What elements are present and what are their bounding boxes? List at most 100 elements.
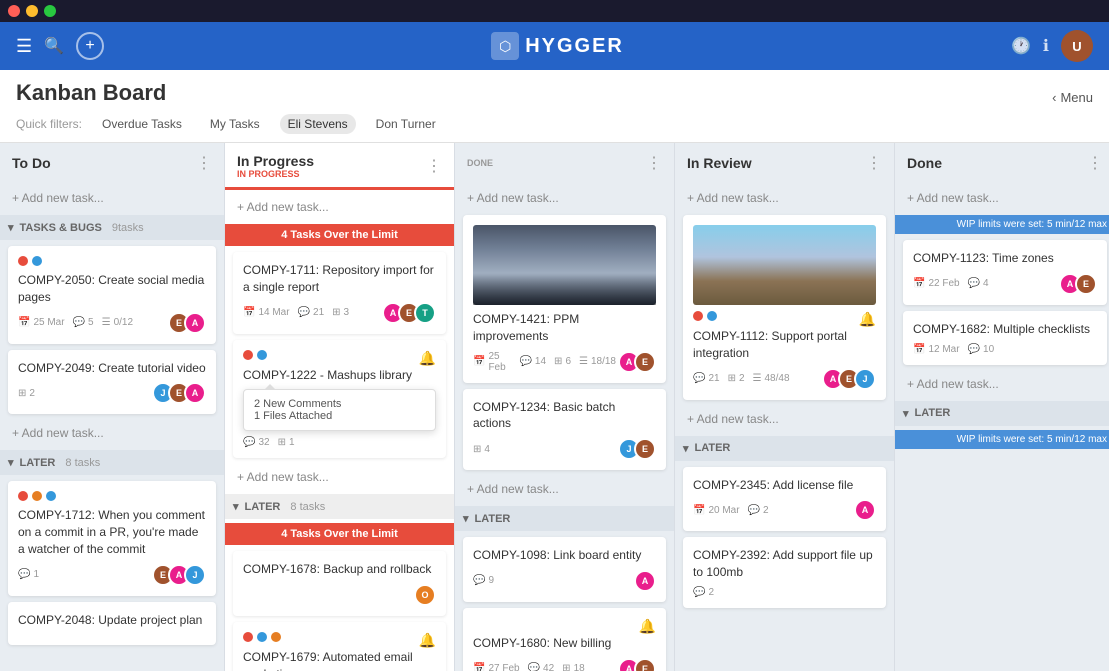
card-title: COMPY-1421: PPM improvements — [473, 311, 656, 345]
info-icon[interactable]: ℹ — [1043, 36, 1049, 56]
card-title: COMPY-1112: Support portal integration — [693, 328, 876, 362]
column-todo: To Do ⋮ + Add new task... ▾ TASKS & BUGS… — [0, 143, 225, 671]
section-tasks-bugs-todo[interactable]: ▾ TASKS & BUGS 9tasks — [0, 215, 224, 240]
page-title: Kanban Board — [16, 80, 166, 106]
search-icon[interactable]: 🔍 — [44, 36, 64, 56]
section-count: 9tasks — [112, 222, 144, 234]
hamburger-icon[interactable]: ☰ — [16, 36, 32, 57]
filter-overdue-tasks[interactable]: Overdue Tasks — [94, 114, 190, 134]
column-more-icon-done[interactable]: ⋮ — [1087, 153, 1103, 173]
chevron-down-icon-later: ▾ — [8, 456, 14, 469]
column-more-icon-in-review[interactable]: ⋮ — [866, 153, 882, 173]
board-area: To Do ⋮ + Add new task... ▾ TASKS & BUGS… — [0, 143, 1109, 671]
column-title-done: Done — [907, 155, 942, 171]
card-compy-1712[interactable]: COMPY-1712: When you comment on a commit… — [8, 481, 216, 595]
card-title: COMPY-2050: Create social media pages — [18, 272, 206, 306]
chevron-left-icon: ‹ — [1052, 90, 1056, 105]
section-title: TASKS & BUGS — [20, 222, 102, 234]
add-task-done-top[interactable]: + Add new task... — [903, 185, 1107, 211]
dot-red — [8, 5, 20, 17]
card-title: COMPY-2049: Create tutorial video — [18, 360, 206, 377]
filter-my-tasks[interactable]: My Tasks — [202, 114, 268, 134]
card-compy-2345[interactable]: COMPY-2345: Add license file 📅20 Mar 💬2 … — [683, 467, 886, 532]
card-title: COMPY-1680: New billing — [473, 635, 656, 652]
menu-toggle-label[interactable]: Menu — [1060, 90, 1093, 105]
add-task-done-mid-top[interactable]: + Add new task... — [463, 185, 666, 211]
add-task-todo-section[interactable]: + Add new task... — [8, 420, 216, 446]
top-nav: ☰ 🔍 + ⬡ HYGGER 🕐 ℹ U — [0, 22, 1109, 70]
card-title: COMPY-1098: Link board entity — [473, 547, 656, 564]
column-in-progress: In Progress IN PROGRESS ⋮ + Add new task… — [225, 143, 455, 671]
section-later-title: LATER — [20, 457, 56, 469]
card-compy-1098[interactable]: COMPY-1098: Link board entity 💬9 A — [463, 537, 666, 602]
card-title: COMPY-1234: Basic batch actions — [473, 399, 656, 433]
column-in-review: In Review ⋮ + Add new task... 🔔 COMPY-11… — [675, 143, 895, 671]
comment-popup-1222: 2 New Comments 1 Files Attached — [243, 389, 436, 431]
add-task-todo-top[interactable]: + Add new task... — [8, 185, 216, 211]
card-title: COMPY-2048: Update project plan — [18, 612, 206, 629]
card-compy-2050[interactable]: COMPY-2050: Create social media pages 📅2… — [8, 246, 216, 344]
section-later-done-mid[interactable]: ▾LATER — [455, 506, 674, 531]
add-task-in-progress-top[interactable]: + Add new task... — [233, 194, 446, 220]
card-compy-1112[interactable]: 🔔 COMPY-1112: Support portal integration… — [683, 215, 886, 400]
dot-yellow — [26, 5, 38, 17]
card-title: COMPY-1678: Backup and rollback — [243, 561, 436, 578]
chevron-down-icon: ▾ — [8, 221, 14, 234]
alert-icon-1680: 🔔 — [639, 618, 656, 635]
column-done-mid: DONE ⋮ + Add new task... COMPY-1421: PPM… — [455, 143, 675, 671]
section-later-in-review[interactable]: ▾LATER — [675, 436, 894, 461]
dot-green — [44, 5, 56, 17]
column-more-icon-todo[interactable]: ⋮ — [196, 153, 212, 173]
hygger-logo-icon: ⬡ — [491, 32, 519, 60]
card-compy-1678[interactable]: COMPY-1678: Backup and rollback O — [233, 551, 446, 616]
card-title: COMPY-1222 - Mashups library — [243, 367, 436, 384]
card-compy-1679[interactable]: 🔔 COMPY-1679: Automated email marketing — [233, 622, 446, 671]
card-compy-2048[interactable]: COMPY-2048: Update project plan — [8, 602, 216, 645]
add-task-in-progress-section[interactable]: + Add new task... — [233, 464, 446, 490]
add-task-in-review-section[interactable]: + Add new task... — [683, 406, 886, 432]
column-subtitle-in-progress: IN PROGRESS — [237, 169, 314, 179]
card-compy-1123[interactable]: COMPY-1123: Time zones 📅22 Feb 💬4 A E — [903, 240, 1107, 305]
card-title: COMPY-1679: Automated email marketing — [243, 649, 436, 671]
filter-eli-stevens[interactable]: Eli Stevens — [280, 114, 356, 134]
column-title-in-progress: In Progress — [237, 153, 314, 169]
sub-header: Kanban Board ‹ Menu Quick filters: Overd… — [0, 70, 1109, 143]
card-compy-1711[interactable]: COMPY-1711: Repository import for a sing… — [233, 252, 446, 334]
add-button[interactable]: + — [76, 32, 104, 60]
card-compy-1234[interactable]: COMPY-1234: Basic batch actions ⊞4 J E — [463, 389, 666, 471]
alert-icon-1222: 🔔 — [419, 350, 436, 367]
column-title-todo: To Do — [12, 155, 51, 171]
column-more-icon-in-progress[interactable]: ⋮ — [426, 156, 442, 176]
add-task-done-section[interactable]: + Add new task... — [903, 371, 1107, 397]
quick-filters-label: Quick filters: — [16, 117, 82, 131]
card-compy-1682[interactable]: COMPY-1682: Multiple checklists 📅12 Mar … — [903, 311, 1107, 365]
over-limit-banner-tasks: 4 Tasks Over the Limit — [225, 224, 454, 246]
add-task-in-review-top[interactable]: + Add new task... — [683, 185, 886, 211]
wip-banner-done-later: WIP limits were set: 5 min/12 max — [895, 430, 1109, 449]
card-title: COMPY-2345: Add license file — [693, 477, 876, 494]
card-title: COMPY-1682: Multiple checklists — [913, 321, 1097, 338]
card-title: COMPY-1712: When you comment on a commit… — [18, 507, 206, 557]
clock-icon[interactable]: 🕐 — [1011, 36, 1031, 56]
section-later-todo[interactable]: ▾ LATER 8 tasks — [0, 450, 224, 475]
user-avatar[interactable]: U — [1061, 30, 1093, 62]
column-more-icon-done-mid[interactable]: ⋮ — [646, 153, 662, 173]
card-compy-2392[interactable]: COMPY-2392: Add support file up to 100mb… — [683, 537, 886, 608]
column-done: Done ⋮ + Add new task... WIP limits were… — [895, 143, 1109, 671]
card-compy-1680[interactable]: 🔔 COMPY-1680: New billing 📅27 Feb 💬42 ⊞1… — [463, 608, 666, 671]
add-task-done-mid-section[interactable]: + Add new task... — [463, 476, 666, 502]
over-limit-banner-later-ip: 4 Tasks Over the Limit — [225, 523, 454, 545]
title-bar — [0, 0, 1109, 22]
card-compy-1222[interactable]: 🔔 COMPY-1222 - Mashups library 2 New Com… — [233, 340, 446, 459]
alert-icon-1112: 🔔 — [859, 311, 876, 328]
section-later-in-progress[interactable]: ▾LATER8 tasks — [225, 494, 454, 519]
hygger-logo-text: HYGGER — [525, 35, 624, 58]
card-title: COMPY-2392: Add support file up to 100mb — [693, 547, 876, 581]
filter-don-turner[interactable]: Don Turner — [368, 114, 444, 134]
column-title-in-review: In Review — [687, 155, 752, 171]
wip-banner-done-tasks: WIP limits were set: 5 min/12 max — [895, 215, 1109, 234]
card-compy-2049[interactable]: COMPY-2049: Create tutorial video ⊞2 J E… — [8, 350, 216, 415]
card-compy-1421[interactable]: COMPY-1421: PPM improvements 📅25 Feb 💬14… — [463, 215, 666, 383]
section-later-count: 8 tasks — [65, 457, 100, 469]
section-later-done[interactable]: ▾LATER — [895, 401, 1109, 426]
